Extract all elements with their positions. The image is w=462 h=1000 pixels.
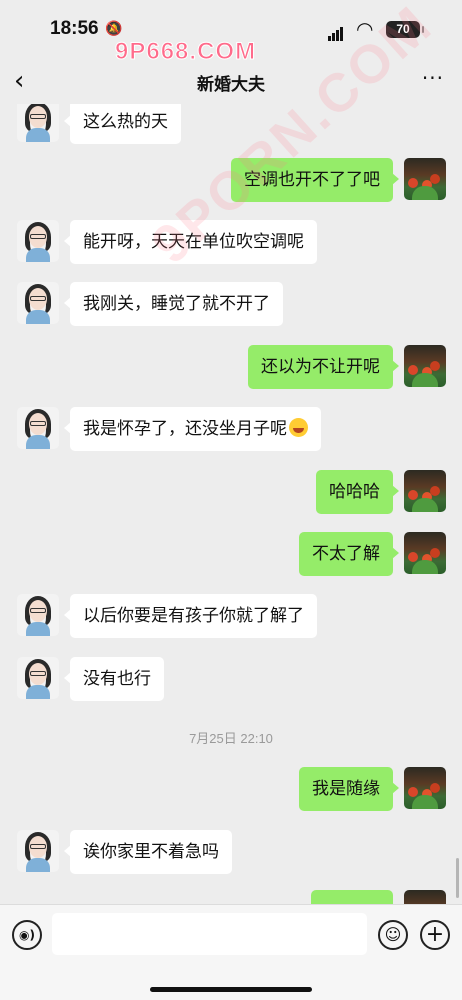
contact-avatar[interactable] [17,220,59,262]
incoming-message-bubble[interactable]: 以后你要是有孩子你就了解了 [64,594,317,638]
incoming-message-bubble[interactable]: 能开呀，天天在单位吹空调呢 [64,220,317,264]
nav-bar: ‹ 新婚大夫 ··· [0,58,462,104]
incoming-message-bubble[interactable]: 没有也行 [64,657,164,701]
contact-avatar[interactable] [17,407,59,449]
incoming-message-bubble[interactable]: 我是怀孕了，还没坐月子呢 [64,407,321,451]
message-text: 我是怀孕了，还没坐月子呢 [83,419,287,439]
status-time: 18:56 [50,18,99,39]
wifi-icon: ◠ [356,17,374,41]
home-indicator [150,987,312,992]
contact-avatar[interactable] [17,830,59,872]
message-text: 我是随缘 [312,779,380,799]
message-text: 这么热的天 [83,112,168,132]
contact-avatar[interactable] [17,282,59,324]
message-text: 还以为不让开呢 [261,357,380,377]
incoming-message-bubble[interactable]: 诶你家里不着急吗 [64,830,232,874]
message-text: 我刚关，睡觉了就不开了 [83,294,270,314]
outgoing-message-bubble[interactable]: 不太了解 [299,532,399,576]
message-timestamp: 7月25日 22:10 [189,731,273,746]
contact-avatar[interactable] [17,657,59,699]
message-text: 诶你家里不着急吗 [83,842,219,862]
incoming-message-bubble[interactable]: 这么热的天 [64,104,181,144]
emoji-icon[interactable]: ☺ [378,920,408,950]
my-avatar[interactable] [404,158,446,200]
my-avatar[interactable] [404,470,446,512]
battery-indicator: 70 [386,21,424,38]
signal-icon [328,22,344,41]
outgoing-message-bubble[interactable]: 空调也开不了了吧 [231,158,399,202]
message-text: 哈哈哈 [329,482,380,502]
scrollbar[interactable] [456,858,459,898]
message-list[interactable]: 这么热的天空调也开不了了吧能开呀，天天在单位吹空调呢 我刚关，睡觉了就不开了还以为… [0,104,462,904]
message-text: 不太了解 [312,544,380,564]
my-avatar[interactable] [404,767,446,809]
message-text: 以后你要是有孩子你就了解了 [83,606,304,626]
mute-bell-icon: 🔕 [105,21,123,37]
outgoing-message-bubble[interactable]: 哈哈哈 [316,470,399,514]
input-bar: ◉) ☺ + [0,904,462,1000]
message-text: 空调也开不了了吧 [244,170,380,190]
contact-avatar[interactable] [17,594,59,636]
message-input[interactable] [52,913,367,955]
contact-avatar[interactable] [17,104,59,142]
message-text: 没有也行 [83,669,151,689]
my-avatar[interactable] [404,890,446,904]
voice-icon[interactable]: ◉) [12,920,42,950]
chat-title: 新婚大夫 [197,75,265,95]
plus-icon[interactable]: + [420,920,450,950]
message-text: 能开呀，天天在单位吹空调呢 [83,232,304,252]
incoming-message-bubble[interactable]: 我刚关，睡觉了就不开了 [64,282,283,326]
my-avatar[interactable] [404,345,446,387]
tears-of-joy-emoji [289,418,308,437]
more-dots-icon[interactable]: ··· [422,66,444,90]
outgoing-message-bubble[interactable]: 还以为不让开呢 [248,345,399,389]
outgoing-message-bubble[interactable] [311,890,393,904]
outgoing-message-bubble[interactable]: 我是随缘 [299,767,399,811]
my-avatar[interactable] [404,532,446,574]
